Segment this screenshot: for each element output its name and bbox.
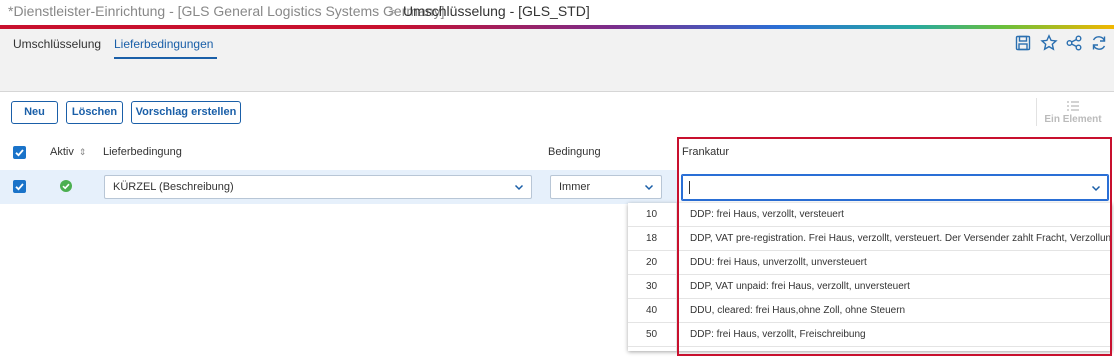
star-icon[interactable] [1040, 34, 1058, 52]
active-check-icon [60, 180, 72, 192]
list-icon [1067, 101, 1079, 111]
delivery-condition-select[interactable]: KÜRZEL (Beschreibung) [104, 175, 532, 199]
breadcrumb-separator: > [389, 4, 397, 19]
column-header-condition: Bedingung [548, 146, 601, 158]
save-icon[interactable] [1014, 34, 1032, 52]
delete-button[interactable]: Löschen [66, 101, 123, 124]
tab-lieferbedingungen[interactable]: Lieferbedingungen [114, 37, 217, 59]
share-icon[interactable] [1065, 34, 1083, 52]
refresh-icon[interactable] [1090, 34, 1108, 52]
title-bar: *Dienstleister-Einrichtung - [GLS Genera… [0, 0, 1114, 26]
tab-umschluesselung[interactable]: Umschlüsselung [13, 37, 101, 57]
single-element-label: Ein Element [1044, 114, 1102, 125]
single-element-button[interactable]: Ein Element [1040, 100, 1106, 125]
row-checkbox[interactable] [13, 180, 26, 193]
delivery-condition-value: KÜRZEL (Beschreibung) [113, 181, 234, 193]
select-all-checkbox[interactable] [13, 146, 26, 159]
condition-value: Immer [559, 181, 591, 193]
condition-select[interactable]: Immer [550, 175, 662, 199]
toolbar-divider [1036, 98, 1037, 126]
column-header-active[interactable]: Aktiv ⇕ [50, 146, 86, 158]
highlight-frame [677, 137, 1112, 356]
column-header-delivery-condition: Lieferbedingung [103, 146, 182, 158]
new-button[interactable]: Neu [11, 101, 58, 124]
chevron-down-icon[interactable] [513, 181, 525, 193]
tab-divider [0, 91, 1114, 92]
breadcrumb-current: Umschlüsselung - [GLS_STD] [403, 3, 590, 19]
chevron-down-icon[interactable] [643, 181, 655, 193]
breadcrumb-parent[interactable]: *Dienstleister-Einrichtung - [GLS Genera… [8, 3, 445, 19]
suggest-button[interactable]: Vorschlag erstellen [131, 101, 241, 124]
sort-icon[interactable]: ⇕ [79, 147, 87, 157]
